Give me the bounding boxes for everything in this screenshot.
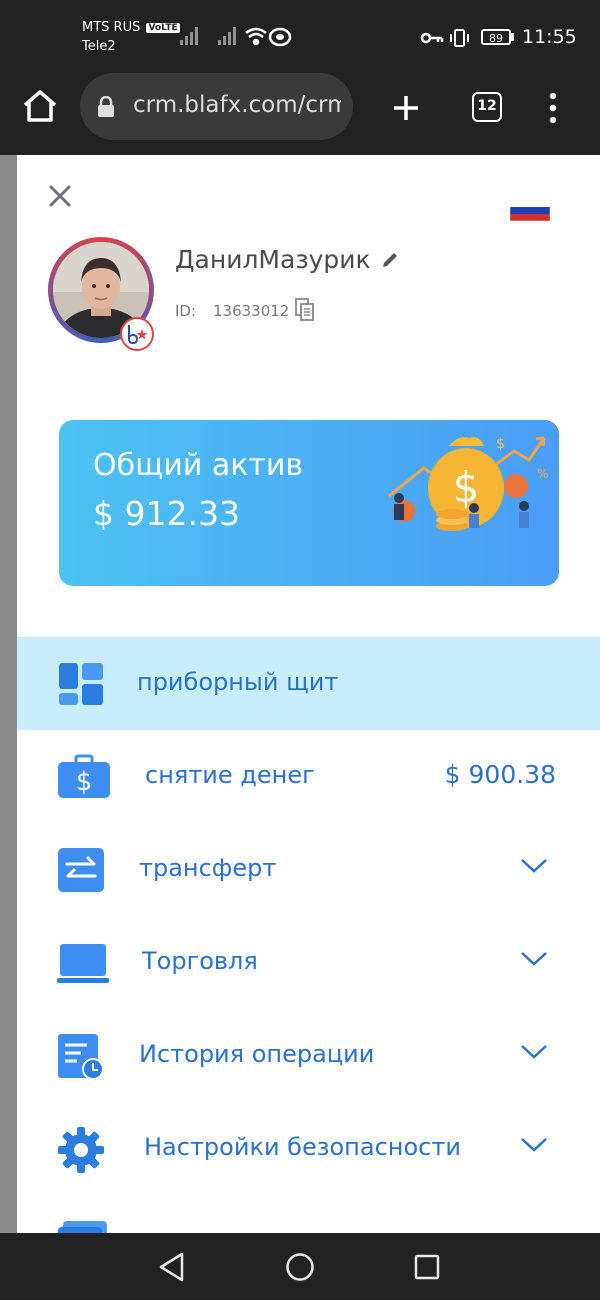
dashboard-icon [59,663,103,705]
pencil-icon[interactable] [380,250,400,270]
signal-2-icon [218,27,236,45]
chevron-down-icon[interactable] [520,857,548,875]
chevron-down-icon[interactable] [520,1043,548,1061]
total-assets-value: $ 912.33 [93,494,240,533]
vibrate-icon [450,29,469,47]
transfer-icon [58,848,104,892]
russia-flag-icon[interactable] [510,200,550,221]
battery-tip [511,33,514,41]
status-bar: MTS RUS VoLTE Tele2 89 11:55 [0,0,600,75]
clock: 11:55 [522,26,577,48]
recents-icon[interactable] [414,1254,440,1280]
total-assets-card[interactable]: Общий актив $ 912.33 $ $ % [59,420,559,586]
blafx-logo-icon [128,325,148,345]
menu-label-withdraw: снятие денег [145,761,315,789]
menu-item-withdraw[interactable]: $ снятие денег $ 900.38 [17,730,600,823]
money-bag-illustration-icon: $ $ % [388,436,548,531]
copy-icon[interactable] [295,298,315,322]
menu-item-dashboard[interactable]: приборный щит [17,637,600,730]
menu-item-next-partial[interactable] [17,1195,600,1233]
svg-text:$: $ [496,436,505,452]
menu-label-history: История операции [139,1040,375,1068]
vpn-icon [268,27,292,47]
wifi-icon [245,27,267,46]
total-assets-title: Общий актив [93,448,304,483]
carrier-secondary: Tele2 [82,39,116,54]
gear-icon [58,1127,104,1173]
chevron-down-icon[interactable] [520,1136,548,1154]
menu-label-security: Настройки безопасности [144,1133,461,1161]
menu-label-trading: Торговля [142,947,258,975]
side-drawer: ДанилМазурик ID: 13633012 Общий актив $ … [17,155,600,1233]
carrier-primary: MTS RUS VoLTE [82,20,180,35]
svg-text:$: $ [76,767,93,797]
more-menu-icon[interactable] [548,92,558,124]
withdraw-icon: $ [58,754,110,798]
brand-badge-icon [120,317,154,351]
menu-item-history[interactable]: История операции [17,1009,600,1102]
carrier-primary-label: MTS RUS [82,20,141,35]
key-icon [420,32,444,44]
lock-icon [98,96,114,117]
signal-wifi-icons [180,27,292,47]
menu-item-transfer[interactable]: трансферт [17,823,600,916]
battery-icon: 89 [481,29,511,45]
username: ДанилМазурик [175,245,371,274]
tab-switcher-button[interactable]: 12 [472,92,502,122]
system-nav-bar [0,1233,600,1300]
close-icon[interactable] [47,183,73,209]
svg-text:%: % [537,467,548,481]
menu-item-trading[interactable]: Торговля [17,916,600,1009]
new-tab-icon[interactable] [392,94,420,122]
menu-item-security[interactable]: Настройки безопасности [17,1102,600,1195]
menu-label-dashboard: приборный щит [137,668,339,696]
menu-label-transfer: трансферт [139,854,277,882]
url-text[interactable]: crm.blafx.com/crm [133,92,341,118]
withdraw-balance: $ 900.38 [444,760,556,789]
home-icon[interactable] [22,89,58,123]
user-id-label: ID: [175,302,197,320]
chevron-down-icon[interactable] [520,950,548,968]
trading-icon [57,944,109,983]
signal-icon [180,27,198,45]
key-vibrate-icons [420,29,469,47]
cards-icon [58,1221,107,1233]
back-icon[interactable] [158,1252,186,1282]
user-id-value: 13633012 [213,302,290,320]
history-icon [58,1034,104,1080]
volte-badge: VoLTE [146,23,180,33]
home-nav-icon[interactable] [285,1252,315,1282]
